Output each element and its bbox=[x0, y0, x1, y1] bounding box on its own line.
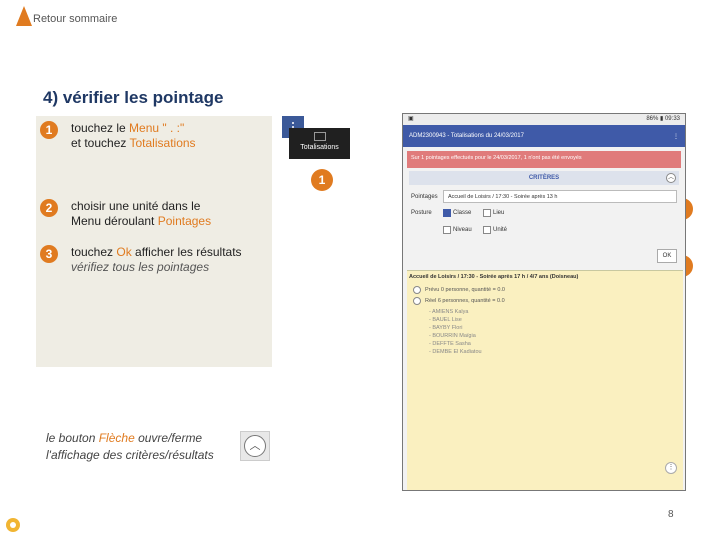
app-title: ADM2300943 - Totalisations du 24/03/2017 bbox=[409, 133, 524, 139]
list-item: - DEMBE El Kadiatou bbox=[429, 349, 482, 355]
list-item: - BAYBY Flori bbox=[429, 325, 463, 331]
status-right: 86% ▮ 09:33 bbox=[646, 116, 680, 122]
posture-label: Posture bbox=[411, 210, 432, 216]
expand-icon bbox=[413, 286, 421, 294]
pointages-select[interactable]: Accueil de Loisirs / 17:30 - Soirée aprè… bbox=[443, 190, 677, 203]
totalisations-thumbnail: Totalisations bbox=[289, 128, 350, 159]
note-line2: l'affichage des critères/résultats bbox=[46, 448, 214, 462]
status-bar: ▣ 86% ▮ 09:33 bbox=[403, 114, 685, 125]
results-title: Accueil de Loisirs / 17:30 - Soirée aprè… bbox=[409, 274, 579, 280]
step-1-text: touchez le Menu " . :" et touchez Totali… bbox=[71, 121, 281, 151]
slide-title: 4) vérifier les pointage bbox=[43, 88, 224, 107]
step-2-text: choisir une unité dans le Menu déroulant… bbox=[71, 199, 231, 229]
list-item: - DEFFTE Sasha bbox=[429, 341, 471, 347]
ok-button[interactable]: OK bbox=[657, 249, 677, 263]
collapse-icon bbox=[413, 297, 421, 305]
list-item: - BOURRIN Maïgia bbox=[429, 333, 476, 339]
note-fleche: Flèche bbox=[98, 431, 135, 445]
option-lieu[interactable]: Lieu bbox=[483, 209, 504, 217]
app-bar: ADM2300943 - Totalisations du 24/03/2017… bbox=[403, 125, 685, 147]
actual-line[interactable]: Réel 6 personnes, quantité = 0.0 bbox=[413, 297, 677, 305]
logo-icon bbox=[6, 518, 20, 532]
checkbox-icon bbox=[443, 226, 451, 234]
overflow-menu-icon[interactable]: ⋮ bbox=[673, 133, 679, 140]
list-item: - BAUEL Lise bbox=[429, 317, 462, 323]
option-classe[interactable]: Classe bbox=[443, 209, 471, 217]
note-pre: le bouton bbox=[46, 431, 99, 445]
step-1-menu: Menu " . :" bbox=[129, 121, 185, 135]
results-panel: Accueil de Loisirs / 17:30 - Soirée aprè… bbox=[407, 270, 683, 490]
checkbox-checked-icon bbox=[443, 209, 451, 217]
step-1-mid: et touchez bbox=[71, 136, 130, 150]
back-link-label: Retour sommaire bbox=[33, 13, 118, 25]
arrow-button-sample: ︿ bbox=[240, 431, 270, 461]
step-number: 3 bbox=[40, 245, 58, 263]
arrow-note: le bouton Flèche ouvre/ferme l'affichage… bbox=[46, 430, 214, 464]
posture-block: Posture Classe Lieu Niveau Unité bbox=[403, 204, 685, 246]
step-1-totalisations: Totalisations bbox=[129, 136, 196, 150]
checkbox-icon bbox=[483, 209, 491, 217]
planned-line[interactable]: Prévu 0 personne, quantité = 0.0 bbox=[413, 286, 677, 294]
step-1: 1 touchez le Menu " . :" et touchez Tota… bbox=[40, 121, 281, 151]
step-3-post: afficher les résultats bbox=[131, 245, 242, 259]
step-3-ok: Ok bbox=[116, 245, 132, 259]
chart-icon bbox=[313, 132, 326, 141]
step-2-pointages: Pointages bbox=[157, 214, 212, 228]
collapse-arrow-icon[interactable]: ︿ bbox=[666, 173, 676, 183]
step-number: 2 bbox=[40, 199, 58, 217]
step-3-pre: touchez bbox=[71, 245, 117, 259]
phone-screenshot: ▣ 86% ▮ 09:33 ADM2300943 - Totalisations… bbox=[402, 113, 686, 491]
chevron-up-icon: ︿ bbox=[244, 435, 266, 457]
names-list: - AMIENS Kalya - BAUEL Lise - BAYBY Flor… bbox=[429, 308, 683, 356]
results-menu-icon[interactable]: ⋮ bbox=[665, 462, 677, 474]
back-to-summary-link[interactable]: Retour sommaire bbox=[16, 6, 117, 26]
note-post: ouvre/ferme bbox=[134, 431, 203, 445]
status-left: ▣ bbox=[408, 116, 414, 122]
steps-panel: 1 touchez le Menu " . :" et touchez Tota… bbox=[36, 116, 272, 367]
step-number: 1 bbox=[40, 121, 58, 139]
step-1-pre: touchez le bbox=[71, 121, 130, 135]
callout-badge-1: 1 bbox=[311, 169, 333, 191]
step-2: 2 choisir une unité dans le Menu déroula… bbox=[40, 199, 231, 229]
triangle-icon bbox=[16, 6, 32, 26]
unsent-alert: Sur 1 pointages effectués pour le 24/03/… bbox=[407, 151, 681, 168]
criteria-label: CRITÈRES bbox=[528, 175, 560, 181]
list-item: - AMIENS Kalya bbox=[429, 309, 469, 315]
step-3-text: touchez Ok afficher les résultats vérifi… bbox=[71, 245, 281, 275]
option-niveau[interactable]: Niveau bbox=[443, 226, 472, 234]
pointages-label: Pointages bbox=[411, 194, 438, 200]
checkbox-icon bbox=[483, 226, 491, 234]
page-number: 8 bbox=[668, 509, 674, 520]
option-unite[interactable]: Unité bbox=[483, 226, 507, 234]
step-3: 3 touchez Ok afficher les résultats véri… bbox=[40, 245, 281, 275]
pointages-row: Pointages Accueil de Loisirs / 17:30 - S… bbox=[403, 189, 685, 204]
step-3-sub: vérifiez tous les pointages bbox=[71, 260, 210, 274]
criteria-header[interactable]: CRITÈRES ︿ bbox=[409, 171, 679, 185]
totalisations-thumb-label: Totalisations bbox=[300, 144, 339, 151]
